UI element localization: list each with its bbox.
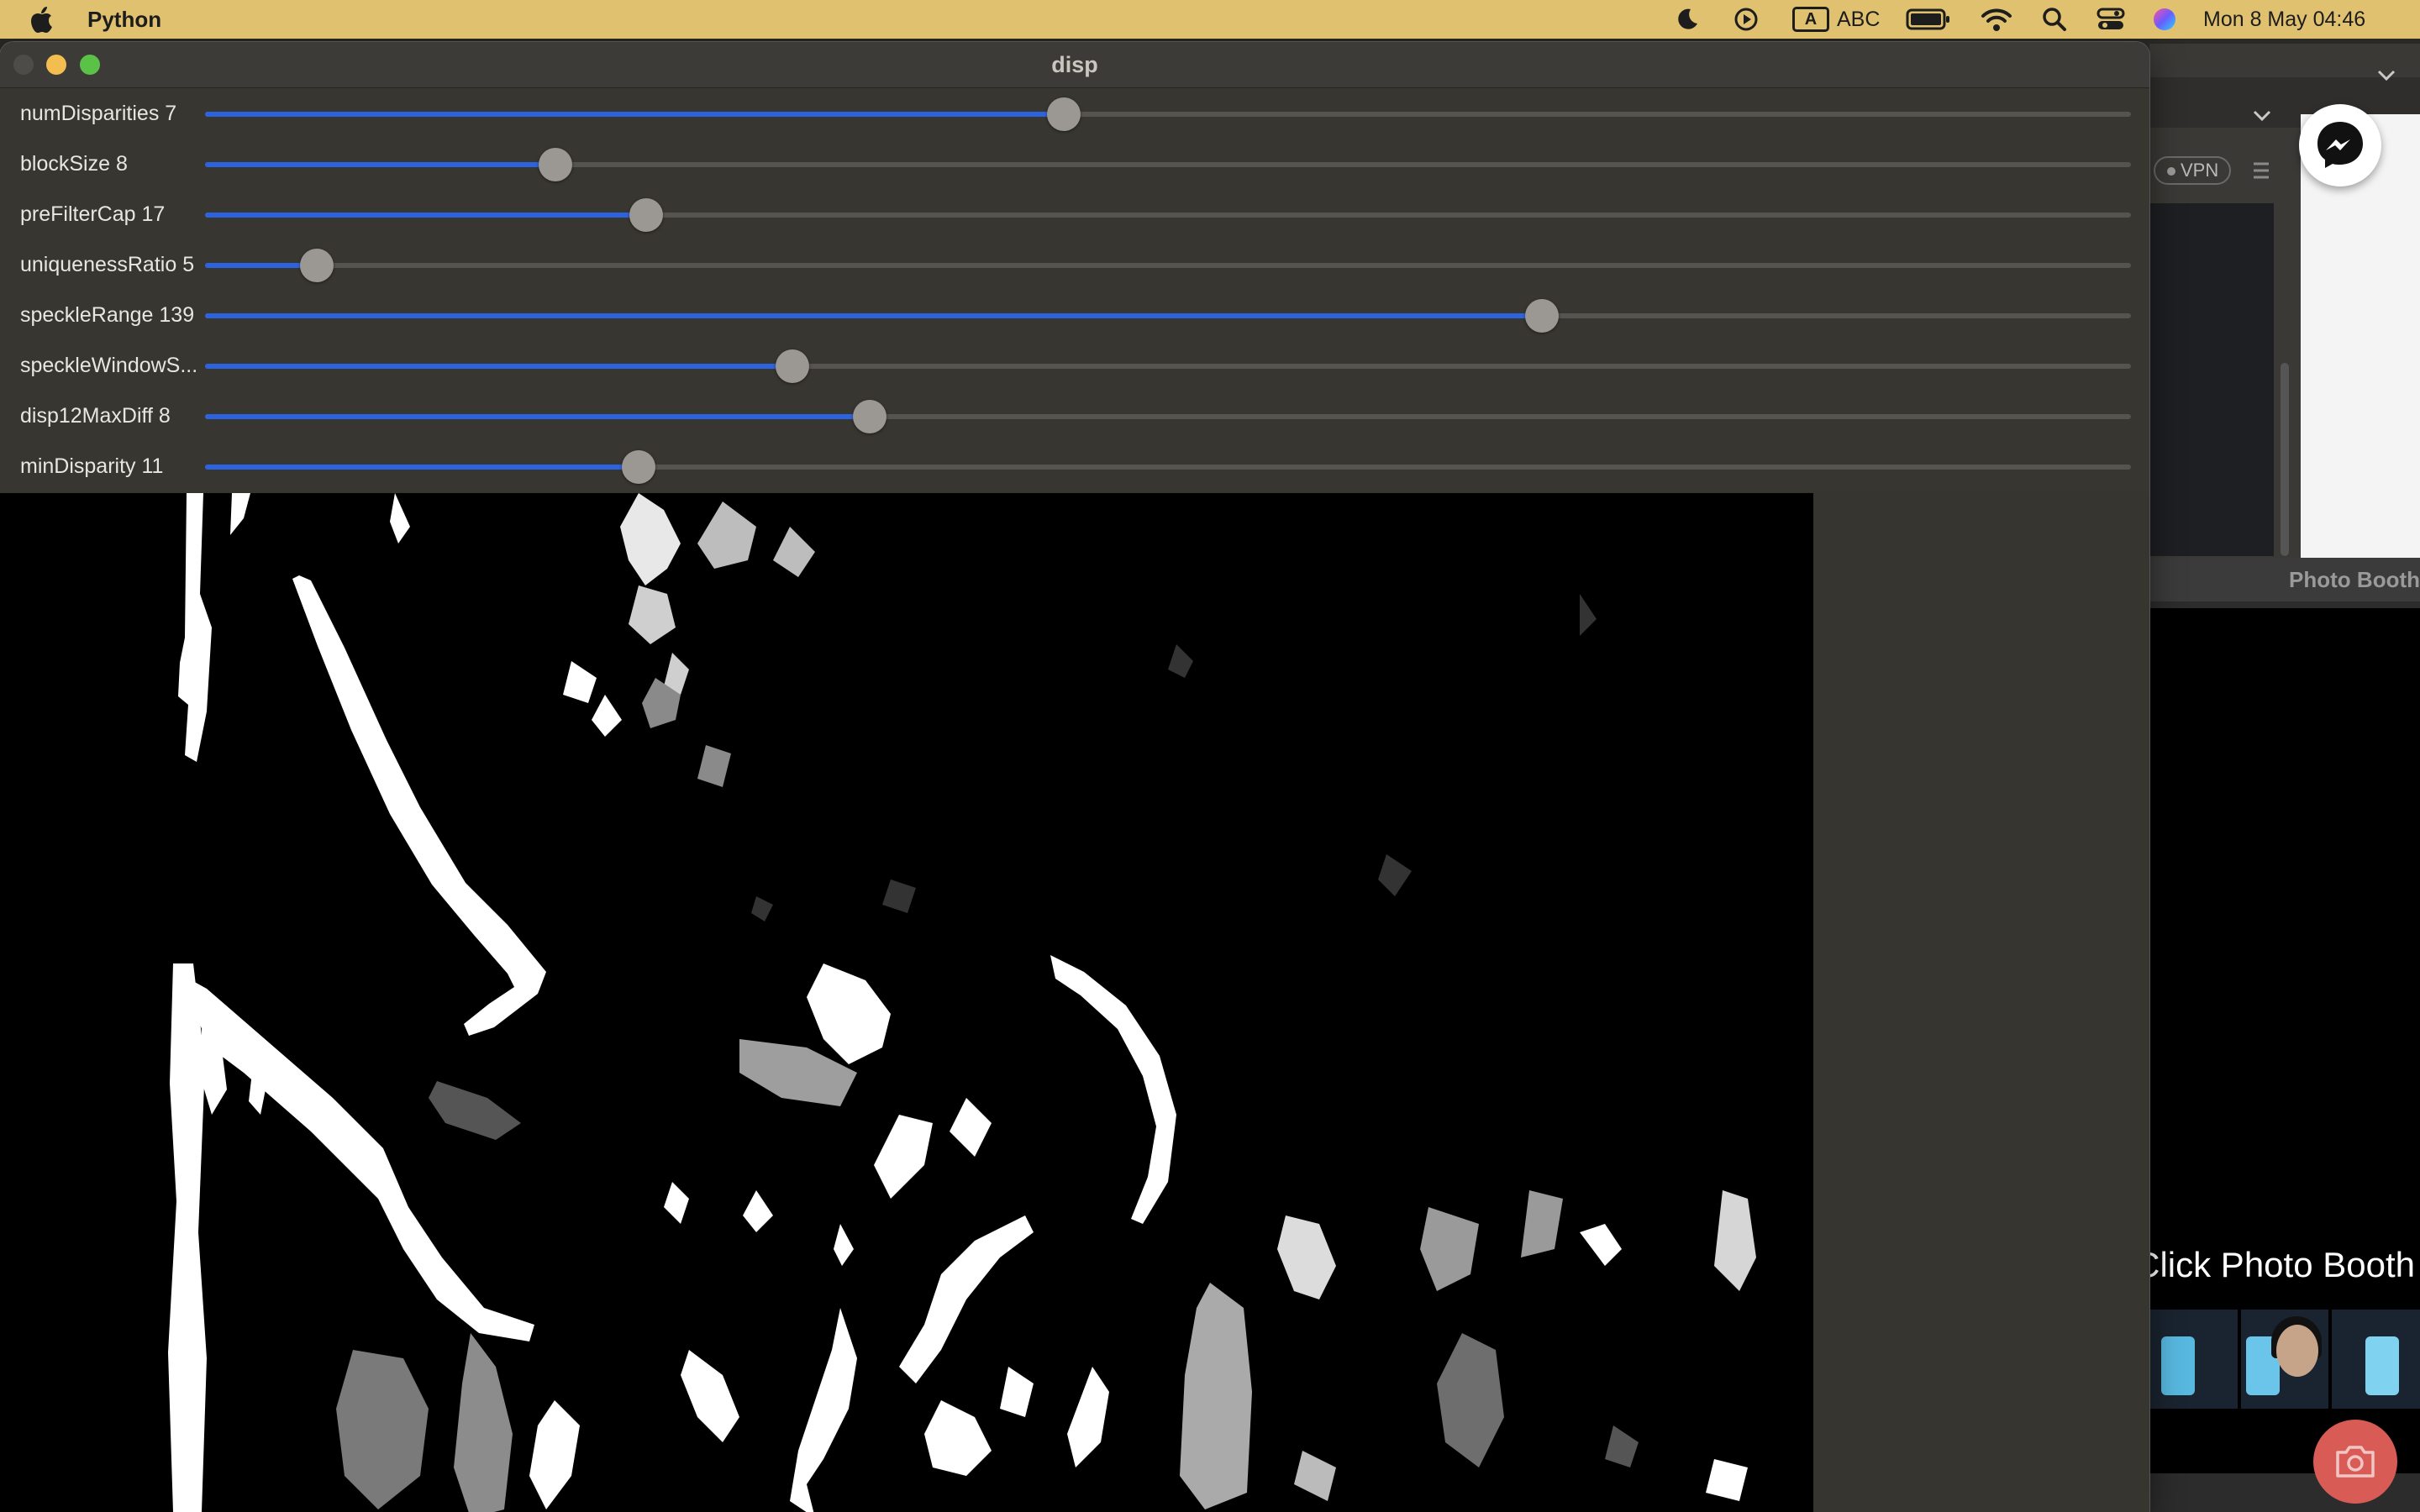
slider-thumb[interactable]: [299, 249, 334, 282]
image-area: [0, 493, 2149, 1512]
slider-fill: [205, 364, 793, 369]
slider-row: minDisparity 11: [0, 441, 2149, 491]
slider-fill: [205, 162, 556, 167]
photo-booth-window: Photo Booth Click Photo Booth: [2134, 558, 2420, 1512]
disp-window: disp numDisparities 7 blockSize 8 preFil…: [0, 42, 2149, 1512]
slider-label: speckleRange 139: [20, 303, 195, 327]
photo-thumbnail[interactable]: [2149, 1310, 2238, 1409]
slider-track[interactable]: [205, 450, 2131, 484]
active-app-name[interactable]: Python: [87, 0, 161, 39]
photo-booth-caption: Click Photo Booth: [2134, 1245, 2415, 1284]
slider-fill: [205, 213, 646, 218]
slider-thumb[interactable]: [621, 450, 655, 484]
slider-fill: [205, 112, 1065, 117]
slider-track[interactable]: [205, 349, 2131, 383]
control-center-icon[interactable]: [2096, 7, 2126, 32]
slider-track[interactable]: [205, 198, 2131, 232]
slider-label: uniquenessRatio 5: [20, 253, 195, 276]
vpn-label: VPN: [2181, 160, 2219, 181]
slider-track[interactable]: [205, 97, 2131, 131]
slider-track[interactable]: [205, 249, 2131, 282]
slider-label: speckleWindowS...: [20, 354, 198, 377]
photo-booth-title: Photo Booth: [2149, 558, 2420, 601]
slider-fill: [205, 414, 870, 419]
slider-label: minDisparity 11: [20, 454, 164, 478]
slider-row: speckleWindowS...: [0, 340, 2149, 391]
title-bar[interactable]: disp: [0, 42, 2149, 88]
browser-content: [2149, 203, 2274, 556]
disparity-map-image: [0, 493, 1813, 1512]
apple-icon[interactable]: [30, 5, 57, 34]
slider-fill: [205, 313, 1542, 318]
slider-row: disp12MaxDiff 8: [0, 391, 2149, 441]
play-icon[interactable]: [1731, 7, 1761, 32]
slider-label: preFilterCap 17: [20, 202, 166, 226]
trackbar-panel: numDisparities 7 blockSize 8 preFilterCa…: [0, 88, 2149, 491]
slider-thumb[interactable]: [539, 148, 573, 181]
slider-row: speckleRange 139: [0, 290, 2149, 340]
slider-track[interactable]: [205, 400, 2131, 433]
vpn-status-icon: [2167, 167, 2175, 176]
slider-row: preFilterCap 17: [0, 189, 2149, 239]
scrollbar[interactable]: [2281, 363, 2289, 556]
slider-row: numDisparities 7: [0, 88, 2149, 139]
slider-thumb[interactable]: [1524, 299, 1559, 333]
slider-row: blockSize 8: [0, 139, 2149, 189]
keyboard-input-icon[interactable]: A: [1792, 7, 1829, 32]
slider-thumb[interactable]: [852, 400, 886, 433]
menubar-clock[interactable]: Mon 8 May 04:46: [2203, 0, 2365, 39]
background-browser-window: [2149, 44, 2420, 558]
slider-label: blockSize 8: [20, 152, 128, 176]
window-title: disp: [1051, 52, 1098, 77]
chevron-down-icon[interactable]: [2252, 109, 2272, 123]
slider-thumb[interactable]: [629, 198, 663, 232]
slider-track[interactable]: [205, 299, 2131, 333]
slider-thumb[interactable]: [1047, 97, 1081, 131]
battery-icon[interactable]: [1906, 7, 1951, 32]
slider-row: uniquenessRatio 5: [0, 239, 2149, 290]
moon-icon[interactable]: [1672, 7, 1702, 32]
search-icon[interactable]: [2040, 7, 2069, 32]
slider-track[interactable]: [205, 148, 2131, 181]
menu-bar: Python A ABC Mon 8 May 04:46: [0, 0, 2420, 39]
siri-icon[interactable]: [2151, 7, 2178, 32]
vpn-button[interactable]: VPN: [2154, 156, 2231, 185]
photo-booth-thumbnails: [2149, 1310, 2420, 1409]
messenger-icon[interactable]: [2299, 104, 2381, 186]
menu-icon[interactable]: [2252, 160, 2270, 181]
input-source-label[interactable]: ABC: [1837, 0, 1880, 39]
slider-label: numDisparities 7: [20, 102, 177, 125]
wifi-icon[interactable]: [1980, 7, 2013, 32]
photo-thumbnail[interactable]: [2240, 1310, 2329, 1409]
chevron-down-icon[interactable]: [2376, 69, 2396, 82]
slider-thumb[interactable]: [776, 349, 810, 383]
camera-button[interactable]: [2313, 1420, 2397, 1504]
photo-thumbnail[interactable]: [2332, 1310, 2420, 1409]
slider-fill: [205, 465, 639, 470]
slider-label: disp12MaxDiff 8: [20, 404, 171, 428]
